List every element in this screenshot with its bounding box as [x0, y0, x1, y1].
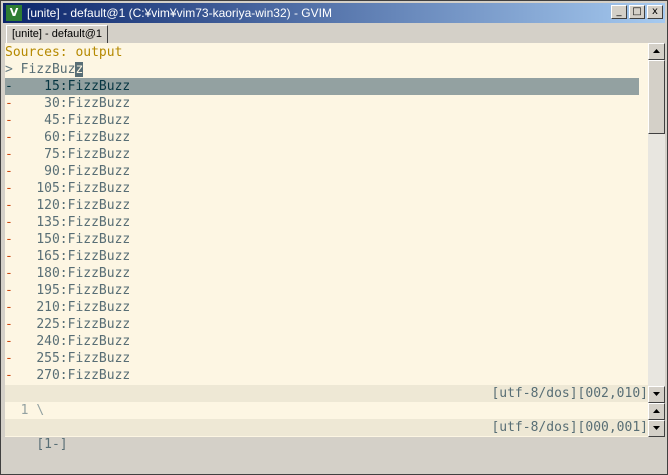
candidate-row[interactable]: - 45:FizzBuzz: [5, 112, 648, 129]
minimize-button[interactable]: _: [611, 5, 627, 19]
candidate-row[interactable]: - 120:FizzBuzz: [5, 197, 648, 214]
candidate-text: 255:FizzBuzz: [36, 351, 131, 366]
text-cursor: z: [75, 62, 84, 77]
candidate-marker: -: [5, 113, 13, 128]
candidate-row[interactable]: - 195:FizzBuzz: [5, 282, 648, 299]
candidate-row[interactable]: - 270:FizzBuzz: [5, 367, 648, 384]
arrow-up-icon: [653, 409, 660, 413]
candidate-text: 105:FizzBuzz: [36, 181, 131, 196]
tab-line: [unite] - default@1: [3, 25, 665, 43]
candidate-text: 30:FizzBuzz: [44, 96, 131, 111]
scroll-up-button[interactable]: [648, 43, 665, 60]
maximize-button[interactable]: □: [629, 5, 645, 19]
candidate-row[interactable]: - 75:FizzBuzz: [5, 146, 648, 163]
candidate-marker: -: [5, 368, 13, 383]
candidate-marker: -: [5, 79, 13, 94]
candidate-text: 135:FizzBuzz: [36, 215, 131, 230]
line-number: 1: [20, 403, 29, 418]
arrow-down-icon: [653, 426, 660, 430]
candidate-marker: -: [5, 266, 13, 281]
candidate-text: 180:FizzBuzz: [36, 266, 131, 281]
candidate-row[interactable]: - 90:FizzBuzz: [5, 163, 648, 180]
candidate-marker: -: [5, 300, 13, 315]
candidate-row[interactable]: - 150:FizzBuzz: [5, 231, 648, 248]
scrollbar-lower[interactable]: [648, 403, 665, 437]
candidate-marker: -: [5, 181, 13, 196]
candidate-marker: -: [5, 147, 13, 162]
scroll-thumb[interactable]: [648, 60, 665, 134]
candidate-marker: -: [5, 351, 13, 366]
title-bar[interactable]: V [unite] - default@1 (C:¥vim¥vim73-kaor…: [3, 3, 665, 23]
candidate-row[interactable]: - 165:FizzBuzz: [5, 248, 648, 265]
candidate-row[interactable]: - 240:FizzBuzz: [5, 333, 648, 350]
candidate-marker: -: [5, 249, 13, 264]
prompt-line[interactable]: > FizzBuzz: [5, 61, 648, 78]
candidate-text: 195:FizzBuzz: [36, 283, 131, 298]
candidate-row[interactable]: - 60:FizzBuzz: [5, 129, 648, 146]
candidate-marker: -: [5, 198, 13, 213]
candidate-text: 120:FizzBuzz: [36, 198, 131, 213]
candidate-text: 150:FizzBuzz: [36, 232, 131, 247]
candidate-text: 60:FizzBuzz: [44, 130, 131, 145]
candidate-text: 15:FizzBuzz: [44, 79, 131, 94]
statusline-upper: [utf-8/dos][002,010]: [5, 385, 648, 402]
arrow-up-icon: [653, 49, 660, 53]
candidate-row[interactable]: - 255:FizzBuzz: [5, 350, 648, 367]
prompt-input[interactable]: FizzBuz: [21, 62, 76, 77]
candidate-text: 45:FizzBuzz: [44, 113, 131, 128]
candidate-row[interactable]: - 135:FizzBuzz: [5, 214, 648, 231]
scroll-down-button-lower[interactable]: [648, 420, 665, 437]
candidate-marker: -: [5, 215, 13, 230]
candidate-row[interactable]: - 210:FizzBuzz: [5, 299, 648, 316]
scroll-up-button-lower[interactable]: [648, 403, 665, 420]
candidate-text: 90:FizzBuzz: [44, 164, 131, 179]
status-encoding-position: [utf-8/dos][002,010]: [491, 386, 648, 401]
status-encoding-position-lower: [utf-8/dos][000,001]: [491, 420, 648, 435]
scroll-down-button[interactable]: [648, 386, 665, 403]
candidate-text: 75:FizzBuzz: [44, 147, 131, 162]
candidate-marker: -: [5, 334, 13, 349]
unite-buffer[interactable]: Sources: output > FizzBuzz - 15:FizzBuzz…: [5, 43, 648, 437]
candidate-text: 225:FizzBuzz: [36, 317, 131, 332]
gvim-window: V [unite] - default@1 (C:¥vim¥vim73-kaor…: [0, 0, 668, 475]
candidate-text: 240:FizzBuzz: [36, 334, 131, 349]
candidate-row[interactable]: - 180:FizzBuzz: [5, 265, 648, 282]
close-button[interactable]: x: [647, 5, 663, 19]
candidate-row[interactable]: - 30:FizzBuzz: [5, 95, 648, 112]
candidate-row[interactable]: - 15:FizzBuzz: [5, 78, 639, 95]
tab-unite-default[interactable]: [unite] - default@1: [6, 25, 109, 43]
status-buffer-flag: [1-]: [36, 437, 68, 452]
candidate-text: 210:FizzBuzz: [36, 300, 131, 315]
candidate-marker: -: [5, 130, 13, 145]
candidate-text: 165:FizzBuzz: [36, 249, 131, 264]
candidate-marker: -: [5, 283, 13, 298]
candidate-marker: -: [5, 96, 13, 111]
lower-window-line[interactable]: 1 \: [5, 402, 648, 419]
scrollbar-upper[interactable]: [648, 43, 665, 403]
window-controls: _ □ x: [609, 5, 663, 19]
candidate-marker: -: [5, 164, 13, 179]
window-title: [unite] - default@1 (C:¥vim¥vim73-kaoriy…: [27, 6, 332, 20]
statusline-lower: [1-] [utf-8/dos][000,001]: [5, 419, 648, 452]
candidate-row[interactable]: - 225:FizzBuzz: [5, 316, 648, 333]
candidate-text: 270:FizzBuzz: [36, 368, 131, 383]
candidate-marker: -: [5, 232, 13, 247]
arrow-down-icon: [653, 392, 660, 396]
candidate-row[interactable]: - 105:FizzBuzz: [5, 180, 648, 197]
sources-header: Sources: output: [5, 45, 123, 60]
vim-icon[interactable]: V: [6, 5, 22, 21]
prompt-symbol: >: [5, 62, 13, 77]
candidate-marker: -: [5, 317, 13, 332]
line-content: \: [36, 403, 45, 418]
